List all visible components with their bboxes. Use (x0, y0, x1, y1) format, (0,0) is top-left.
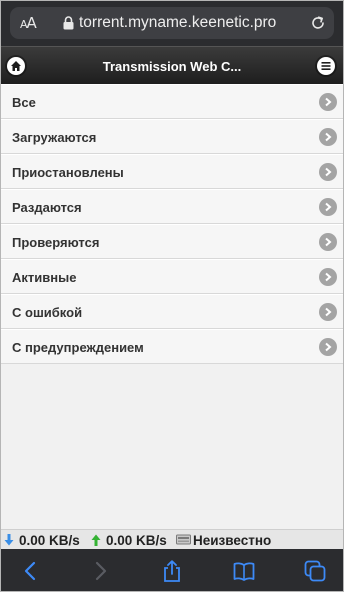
chevron-right-icon (319, 128, 337, 146)
list-item-all[interactable]: Все (1, 84, 343, 119)
list-item-label: С предупреждением (12, 340, 144, 355)
list-item-label: Все (12, 95, 36, 110)
list-item-label: Приостановлены (12, 165, 124, 180)
app-frame: AA torrent.myname.keenetic.pro Transmiss… (0, 0, 344, 592)
status-bar: 0.00 KB/s 0.00 KB/s Неизвестно (1, 529, 343, 549)
browser-address-bar: AA torrent.myname.keenetic.pro (1, 1, 343, 46)
app-header: Transmission Web C... (1, 46, 343, 84)
url-text: torrent.myname.keenetic.pro (79, 14, 277, 31)
list-item-label: Загружаются (12, 130, 97, 145)
disk-status: Неизвестно (193, 533, 272, 548)
list-item-label: Проверяются (12, 235, 100, 250)
upload-arrow-icon (91, 534, 101, 546)
chevron-right-icon (319, 163, 337, 181)
filter-list: Все Загружаются Приостановлены Раздаются… (1, 84, 343, 364)
chevron-right-icon (319, 93, 337, 111)
chevron-right-icon (319, 303, 337, 321)
url-field[interactable]: AA torrent.myname.keenetic.pro (10, 7, 334, 39)
browser-toolbar (1, 549, 343, 591)
list-item-label: Раздаются (12, 200, 82, 215)
disk-icon (176, 534, 191, 545)
list-item-seeding[interactable]: Раздаются (1, 189, 343, 224)
back-icon[interactable] (20, 560, 42, 582)
chevron-right-icon (319, 198, 337, 216)
home-icon (11, 61, 21, 71)
list-item-label: С ошибкой (12, 305, 83, 320)
menu-button[interactable] (317, 57, 335, 75)
home-button[interactable] (7, 57, 25, 75)
reload-icon[interactable] (308, 13, 328, 33)
text-size-button[interactable]: AA (20, 14, 37, 32)
chevron-right-icon (319, 338, 337, 356)
upload-speed: 0.00 KB/s (106, 533, 167, 548)
page-title: Transmission Web C... (102, 59, 242, 74)
list-item-active[interactable]: Активные (1, 259, 343, 294)
download-arrow-icon (4, 534, 14, 546)
bookmarks-icon[interactable] (233, 560, 255, 582)
list-item-downloading[interactable]: Загружаются (1, 119, 343, 154)
list-item-error[interactable]: С ошибкой (1, 294, 343, 329)
share-icon[interactable] (161, 560, 183, 582)
tabs-icon[interactable] (304, 560, 326, 582)
menu-icon (321, 62, 331, 70)
list-item-paused[interactable]: Приостановлены (1, 154, 343, 189)
download-speed: 0.00 KB/s (19, 533, 80, 548)
chevron-right-icon (319, 233, 337, 251)
forward-icon[interactable] (89, 560, 111, 582)
chevron-right-icon (319, 268, 337, 286)
list-item-warning[interactable]: С предупреждением (1, 329, 343, 364)
list-item-label: Активные (12, 270, 77, 285)
list-item-checking[interactable]: Проверяются (1, 224, 343, 259)
lock-icon (63, 16, 74, 30)
